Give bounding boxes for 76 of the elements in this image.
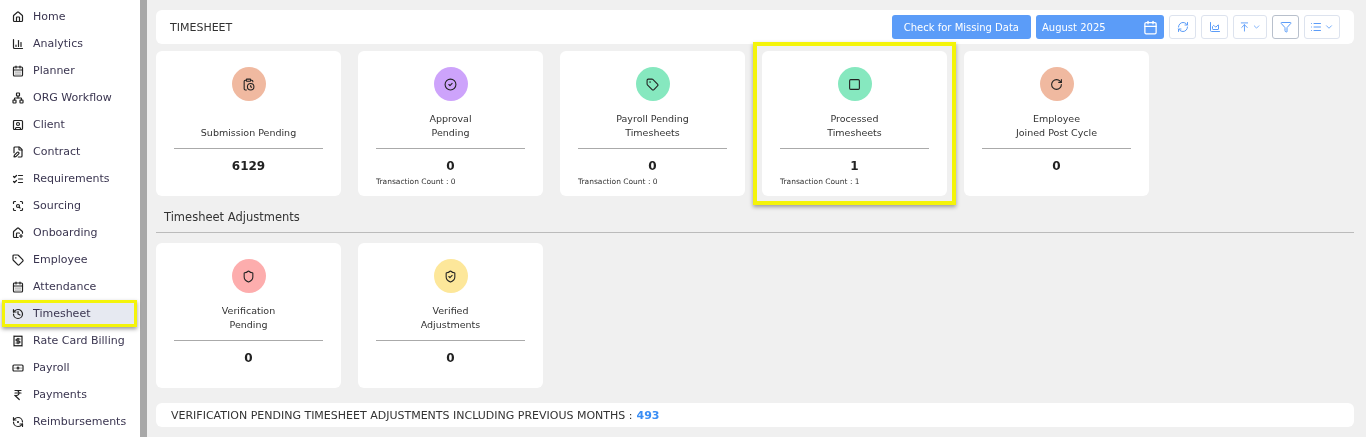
card-value: 0 <box>648 159 657 173</box>
filter-button[interactable] <box>1272 15 1299 39</box>
calendar-icon <box>12 64 24 77</box>
shield-icon <box>242 269 255 283</box>
refresh-button[interactable] <box>1169 15 1196 39</box>
check-icon <box>444 77 457 91</box>
user-card-icon <box>12 118 24 131</box>
card-label: Processed <box>830 112 879 126</box>
sidebar-item[interactable]: ORG Workflow <box>0 84 140 111</box>
card-label: Timesheets <box>827 126 882 140</box>
sidebar-item[interactable]: Payroll <box>0 354 140 381</box>
redo-icon <box>1050 77 1063 91</box>
card-value: 1 <box>850 159 859 173</box>
filter-icon <box>1279 21 1292 33</box>
card-label: Verified <box>432 304 469 318</box>
sidebar-item[interactable]: Timesheet <box>2 300 137 327</box>
shield-check-icon <box>444 269 457 283</box>
square-icon <box>848 77 861 91</box>
upload-button[interactable] <box>1233 15 1267 39</box>
sidebar-item[interactable]: Contract <box>0 138 140 165</box>
view-button[interactable] <box>1304 15 1340 39</box>
document-pen-icon <box>12 145 24 158</box>
list-icon <box>1310 21 1322 33</box>
upload-icon <box>1239 21 1250 33</box>
chevron-icon <box>1251 22 1261 32</box>
card-value: 0 <box>244 351 253 365</box>
sidebar-item[interactable]: Employee <box>0 246 140 273</box>
calendar-icon <box>1143 19 1158 35</box>
card-label: Pending <box>431 126 470 140</box>
page-title: TIMESHEET <box>170 20 234 34</box>
refresh-icon <box>12 415 24 428</box>
clock-icon <box>12 307 24 320</box>
summary-label: VERIFICATION PENDING TIMESHEET ADJUSTMENTS INCLUDING PREVIOUS MONTHS : <box>171 408 633 422</box>
card-label: Submission Pending <box>200 126 297 140</box>
section-heading: Timesheet Adjustments <box>164 210 301 224</box>
card-label: Pending <box>229 318 268 332</box>
chart-button[interactable] <box>1201 15 1228 39</box>
card-label: Timesheets <box>625 126 680 140</box>
checklist-icon <box>12 172 24 185</box>
card-label: Adjustments <box>420 318 481 332</box>
sidebar-item[interactable]: Reimbursements <box>0 408 140 435</box>
home-icon <box>12 10 24 23</box>
card-value: 0 <box>446 159 455 173</box>
chevron-icon <box>1324 22 1334 32</box>
house-user-icon <box>12 226 24 239</box>
receipt-icon <box>12 334 24 347</box>
card-value: 6129 <box>231 159 266 173</box>
sidebar-item[interactable]: Sourcing <box>0 192 140 219</box>
sidebar-item[interactable]: Requirements <box>0 165 140 192</box>
bar-chart-icon <box>12 37 24 50</box>
card-label: Verification <box>221 304 276 318</box>
refresh-icon <box>1176 21 1189 33</box>
tag-icon <box>12 253 24 266</box>
sidebar-item[interactable]: Onboarding <box>0 219 140 246</box>
rupee-icon <box>12 388 24 401</box>
banknote-icon <box>12 361 24 374</box>
card-label: Approval <box>429 112 472 126</box>
sidebar-item[interactable]: Planner <box>0 57 140 84</box>
sidebar-item[interactable]: Client <box>0 111 140 138</box>
card-value: 0 <box>1052 159 1061 173</box>
org-chart-icon <box>12 91 24 104</box>
sidebar-item[interactable]: Rate Card Billing <box>0 327 140 354</box>
card-label: Joined Post Cycle <box>1016 126 1097 140</box>
summary-value: 493 <box>636 408 660 422</box>
sidebar-item[interactable]: Home <box>0 3 140 30</box>
sidebar-item[interactable]: Payments <box>0 381 140 408</box>
sidebar-item[interactable]: Analytics <box>0 30 140 57</box>
calendar-icon <box>12 280 24 293</box>
card-label: Payroll Pending <box>616 112 689 126</box>
clipboard-icon <box>242 77 255 91</box>
search-icon <box>12 199 24 212</box>
card-label: Employee <box>1032 112 1081 126</box>
sidebar-item[interactable]: Attendance <box>0 273 140 300</box>
card-value: 0 <box>446 351 455 365</box>
chart-icon <box>1208 21 1221 33</box>
tag-icon <box>646 77 659 91</box>
